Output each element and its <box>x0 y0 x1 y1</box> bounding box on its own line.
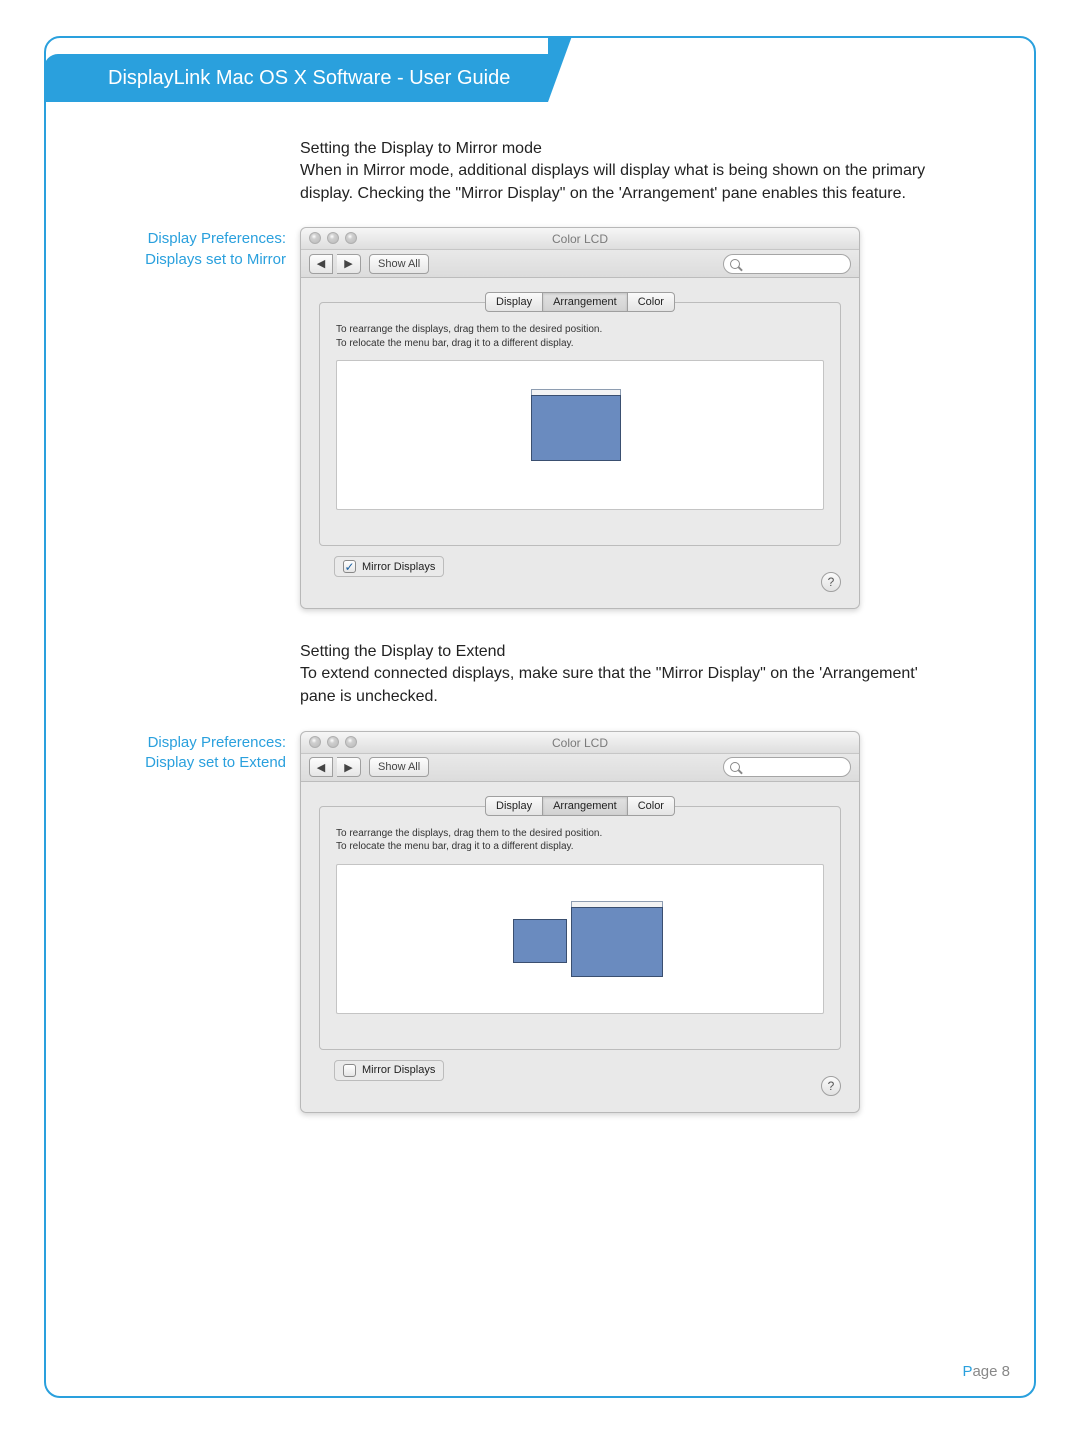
forward-icon: ▶ <box>344 761 352 774</box>
figure-extend-row: Display Preferences: Display set to Exte… <box>92 731 988 1113</box>
tab-row: Display Arrangement Color <box>319 292 841 312</box>
pane-body: Display Arrangement Color To rearrange t… <box>301 782 859 1112</box>
show-all-button[interactable]: Show All <box>369 254 429 274</box>
caption2-line1: Display Preferences: <box>148 734 286 751</box>
check-icon: ✓ <box>344 561 354 573</box>
section2-heading: Setting the Display to Extend <box>300 643 988 661</box>
display-monitor-1[interactable] <box>513 919 567 963</box>
arrangement-pane: To rearrange the displays, drag them to … <box>319 806 841 1050</box>
window-title: Color LCD <box>552 736 608 750</box>
figure-mirror-caption: Display Preferences: Displays set to Mir… <box>92 227 300 270</box>
arrangement-hint: To rearrange the displays, drag them to … <box>336 827 824 854</box>
figure-extend-caption: Display Preferences: Display set to Exte… <box>92 731 300 774</box>
display-canvas[interactable] <box>336 864 824 1014</box>
minimize-icon[interactable] <box>327 736 339 748</box>
page-number-rest: age 8 <box>972 1363 1010 1380</box>
mirror-checkbox-row[interactable]: Mirror Displays <box>334 1060 444 1081</box>
help-icon: ? <box>828 1079 835 1093</box>
back-icon: ◀ <box>317 761 325 774</box>
search-icon <box>730 259 740 269</box>
zoom-icon[interactable] <box>345 736 357 748</box>
forward-button[interactable]: ▶ <box>337 757 361 777</box>
back-icon: ◀ <box>317 257 325 270</box>
figure-mirror-row: Display Preferences: Displays set to Mir… <box>92 227 988 609</box>
pane-body: Display Arrangement Color To rearrange t… <box>301 278 859 608</box>
back-button[interactable]: ◀ <box>309 254 333 274</box>
section1-body: When in Mirror mode, additional displays… <box>300 160 940 205</box>
header-decoration <box>548 36 572 102</box>
page-number-p: P <box>962 1363 972 1380</box>
show-all-button[interactable]: Show All <box>369 757 429 777</box>
zoom-icon[interactable] <box>345 232 357 244</box>
search-icon <box>730 762 740 772</box>
window-titlebar: Color LCD <box>301 228 859 250</box>
mirror-checkbox-label: Mirror Displays <box>362 1064 435 1076</box>
window-title: Color LCD <box>552 232 608 246</box>
arrangement-pane: To rearrange the displays, drag them to … <box>319 302 841 546</box>
mirror-checkbox-row[interactable]: ✓ Mirror Displays <box>334 556 444 577</box>
toolbar: ◀ ▶ Show All <box>301 754 859 782</box>
mirror-checkbox-unchecked[interactable] <box>343 1064 356 1077</box>
display-monitor-2[interactable] <box>571 907 663 977</box>
tab-color[interactable]: Color <box>628 292 675 312</box>
close-icon[interactable] <box>309 232 321 244</box>
tab-display[interactable]: Display <box>485 796 543 816</box>
window-titlebar: Color LCD <box>301 732 859 754</box>
close-icon[interactable] <box>309 736 321 748</box>
content-area: Setting the Display to Mirror mode When … <box>92 140 988 1147</box>
help-icon: ? <box>828 575 835 589</box>
display-prefs-window-extend: Color LCD ◀ ▶ Show All Display Arrangeme… <box>300 731 860 1113</box>
search-input[interactable] <box>723 254 851 274</box>
caption1-line2: Displays set to Mirror <box>145 251 286 268</box>
section1-heading: Setting the Display to Mirror mode <box>300 140 988 158</box>
traffic-lights <box>309 232 357 244</box>
display-prefs-window-mirror: Color LCD ◀ ▶ Show All Display Arrangeme… <box>300 227 860 609</box>
tab-color[interactable]: Color <box>628 796 675 816</box>
traffic-lights <box>309 736 357 748</box>
toolbar: ◀ ▶ Show All <box>301 250 859 278</box>
document-title: DisplayLink Mac OS X Software - User Gui… <box>108 67 510 90</box>
search-input[interactable] <box>723 757 851 777</box>
hint-line2: To relocate the menu bar, drag it to a d… <box>336 338 574 349</box>
tab-display[interactable]: Display <box>485 292 543 312</box>
hint-line1: To rearrange the displays, drag them to … <box>336 828 602 839</box>
display-monitor-1[interactable] <box>531 395 621 461</box>
hint-line1: To rearrange the displays, drag them to … <box>336 324 602 335</box>
arrangement-hint: To rearrange the displays, drag them to … <box>336 323 824 350</box>
tab-row: Display Arrangement Color <box>319 796 841 816</box>
forward-button[interactable]: ▶ <box>337 254 361 274</box>
help-button[interactable]: ? <box>821 1076 841 1096</box>
section2-body: To extend connected displays, make sure … <box>300 663 940 708</box>
hint-line2: To relocate the menu bar, drag it to a d… <box>336 841 574 852</box>
mirror-checkbox-label: Mirror Displays <box>362 561 435 573</box>
back-button[interactable]: ◀ <box>309 757 333 777</box>
display-canvas[interactable] <box>336 360 824 510</box>
document-header: DisplayLink Mac OS X Software - User Gui… <box>44 54 548 102</box>
caption1-line1: Display Preferences: <box>148 230 286 247</box>
tab-arrangement[interactable]: Arrangement <box>543 292 628 312</box>
page-number: Page 8 <box>962 1363 1010 1380</box>
caption2-line2: Display set to Extend <box>145 754 286 771</box>
forward-icon: ▶ <box>344 257 352 270</box>
minimize-icon[interactable] <box>327 232 339 244</box>
tab-arrangement[interactable]: Arrangement <box>543 796 628 816</box>
mirror-checkbox-checked[interactable]: ✓ <box>343 560 356 573</box>
